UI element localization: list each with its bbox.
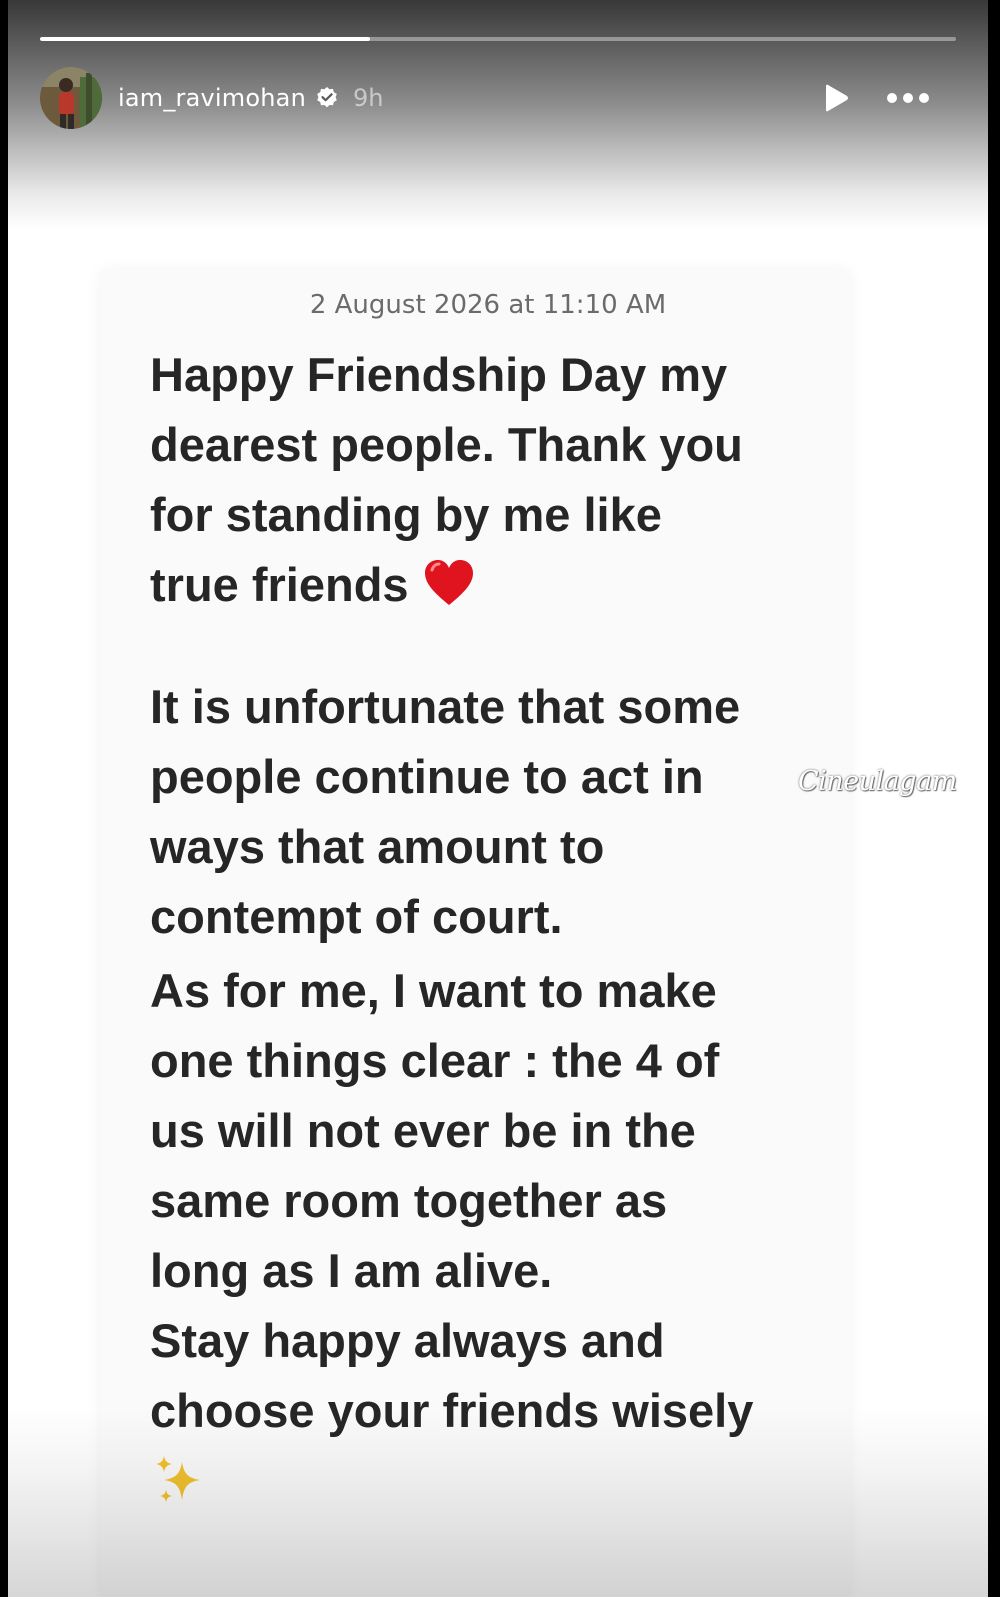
note-line: us will not ever be in the [150,1104,696,1157]
note-line: It is unfortunate that some [150,680,741,733]
note-line-with-heart: true friends [150,550,820,620]
post-time: 9h [353,84,384,112]
story-content[interactable]: 2 August 2026 at 11:10 AM Happy Friendsh… [8,0,988,1597]
red-heart-icon [424,560,473,605]
watermark: Cineulagam [798,766,957,797]
more-options-icon[interactable] [886,86,930,110]
avatar-image [40,67,102,129]
note-line: contempt of court. [150,890,563,943]
username[interactable]: iam_ravimohan [118,84,306,112]
note-line: dearest people. Thank you [150,418,743,471]
note-line: people continue to act in [150,750,704,803]
note-line: true friends [150,558,409,611]
note-line: one things clear : the 4 of [150,1034,720,1087]
story-progress-bar [40,37,956,41]
note-line: Happy Friendship Day my [150,348,728,401]
note-line: As for me, I want to make [150,964,717,1017]
story-progress-fill [40,37,370,41]
note-text: Happy Friendship Day my dearest people. … [150,340,820,1516]
verified-badge-icon [317,87,337,108]
story-header: iam_ravimohan 9h [40,66,956,130]
bottom-gradient [8,1407,988,1597]
note-line: for standing by me like [150,488,662,541]
note-line: long as I am alive. [150,1244,553,1297]
profile-avatar-icon[interactable] [40,67,102,129]
note-line: Stay happy always and [150,1314,665,1367]
play-icon[interactable] [820,83,850,113]
instagram-story-screen: 2 August 2026 at 11:10 AM Happy Friendsh… [0,0,1000,1597]
note-line: same room together as [150,1174,668,1227]
note-date: 2 August 2026 at 11:10 AM [309,290,667,320]
note-line: ways that amount to [150,820,605,873]
